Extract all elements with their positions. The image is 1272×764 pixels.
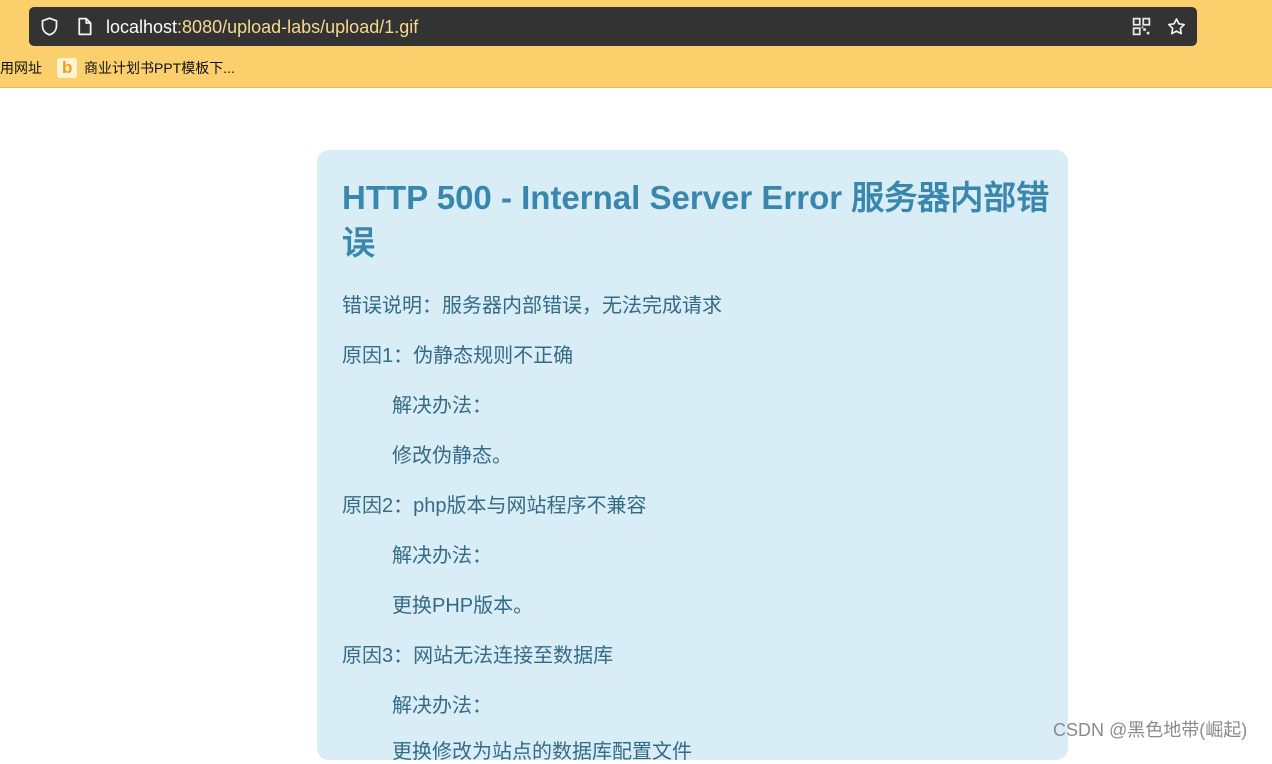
- url-text[interactable]: localhost:8080/upload-labs/upload/1.gif: [106, 16, 418, 38]
- solution-label: 解决办法：: [392, 545, 492, 567]
- cause-1: 原因1：伪静态规则不正确: [342, 345, 574, 367]
- url-path: :8080/upload-labs/upload/1.gif: [177, 17, 419, 37]
- url-host: localhost: [106, 17, 178, 37]
- bookmarks-bar: 用网址 b 商业计划书PPT模板下...: [0, 52, 1272, 84]
- csdn-watermark: CSDN @黑色地带(崛起): [1053, 720, 1248, 740]
- bing-icon: b: [57, 58, 77, 78]
- solution-label: 解决办法：: [392, 395, 492, 417]
- qr-code-icon[interactable]: [1131, 16, 1152, 37]
- shield-icon[interactable]: [39, 16, 60, 37]
- solution-text: 更换PHP版本。: [392, 595, 534, 617]
- error-description: 错误说明：服务器内部错误，无法完成请求: [342, 295, 722, 317]
- page-icon: [78, 17, 92, 36]
- cause-3: 原因3：网站无法连接至数据库: [342, 645, 614, 667]
- star-icon[interactable]: [1166, 16, 1187, 37]
- bookmark-item[interactable]: 用网址: [0, 59, 42, 77]
- solution-text: 修改伪静态。: [392, 445, 512, 467]
- solution-label: 解决办法：: [392, 695, 492, 717]
- page-title: HTTP 500 - Internal Server Error 服务器内部错误: [342, 179, 1050, 261]
- solution-text: 更换修改为站点的数据库配置文件: [392, 741, 692, 763]
- browser-toolbar: localhost:8080/upload-labs/upload/1.gif …: [0, 0, 1272, 88]
- error-card: HTTP 500 - Internal Server Error 服务器内部错误…: [317, 150, 1068, 763]
- address-bar[interactable]: localhost:8080/upload-labs/upload/1.gif: [29, 7, 1197, 46]
- bookmark-label: 商业计划书PPT模板下...: [84, 60, 235, 76]
- cause-2: 原因2：php版本与网站程序不兼容: [342, 495, 647, 517]
